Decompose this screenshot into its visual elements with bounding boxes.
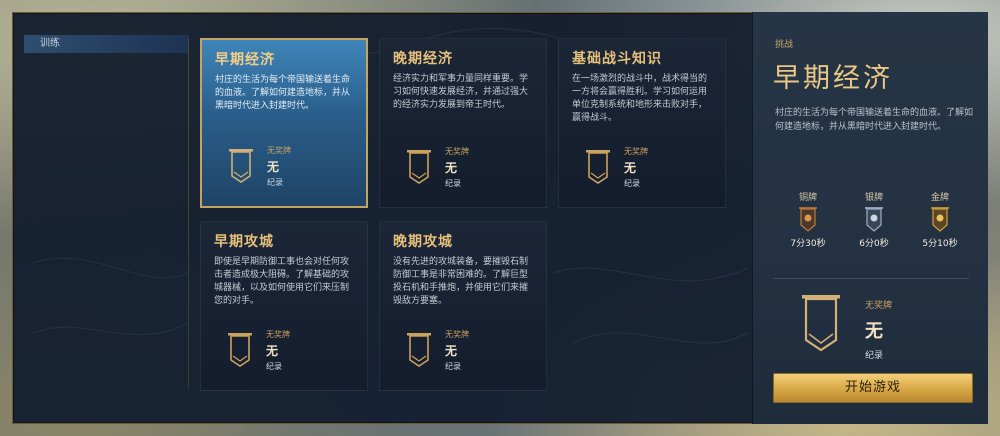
challenge-detail-panel: 挑战 早期经济 村庄的生活为每个帝国输送着生命的血液。了解如何建造地标，并从黑暗… bbox=[752, 12, 988, 424]
record-label: 纪录 bbox=[865, 351, 884, 361]
record-label: 纪录 bbox=[267, 178, 283, 187]
medal-time: 5分10秒 bbox=[922, 239, 958, 249]
banner-icon bbox=[229, 149, 253, 183]
card-basic-combat[interactable]: 基础战斗知识 在一场激烈的战斗中，战术得当的一方将会赢得胜利。学习如何运用单位克… bbox=[558, 38, 726, 208]
start-game-button[interactable]: 开始游戏 bbox=[773, 373, 973, 403]
card-title: 晚期经济 bbox=[393, 51, 453, 67]
card-title: 早期经济 bbox=[215, 52, 275, 68]
card-title: 基础战斗知识 bbox=[572, 51, 662, 67]
gold-medal-tier: 金牌 5分10秒 bbox=[915, 190, 965, 249]
card-late-siege[interactable]: 晚期攻城 没有先进的攻城装备，要摧毁石制防御工事是非常困难的。了解巨型投石机和手… bbox=[379, 221, 547, 391]
record-label: 纪录 bbox=[624, 179, 640, 188]
record-label: 纪录 bbox=[266, 362, 282, 371]
banner-icon bbox=[586, 150, 610, 184]
medal-status: 无奖牌 bbox=[624, 147, 648, 156]
record-label: 纪录 bbox=[445, 179, 461, 188]
card-desc: 即使是早期防御工事也会对任何攻击者造成极大阻碍。了解基础的攻城器械，以及如何使用… bbox=[214, 257, 350, 306]
card-medal-info: 无奖牌 无 纪录 bbox=[267, 145, 291, 188]
record-label: 纪录 bbox=[445, 362, 461, 371]
silver-medal-tier: 银牌 6分0秒 bbox=[849, 190, 899, 249]
banner-icon bbox=[407, 333, 431, 367]
medal-name: 金牌 bbox=[930, 193, 949, 203]
nav-item-training[interactable]: 训练 bbox=[24, 35, 189, 53]
medal-value: 无 bbox=[266, 344, 279, 358]
panel-desc: 村庄的生活为每个帝国输送着生命的血液。了解如何建造地标，并从黑暗时代进入封建时代… bbox=[775, 108, 974, 132]
medal-status: 无奖牌 bbox=[266, 330, 290, 339]
panel-divider bbox=[773, 278, 969, 279]
panel-title: 早期经济 bbox=[773, 63, 893, 94]
card-medal-info: 无奖牌 无 纪录 bbox=[624, 146, 648, 189]
card-title: 晚期攻城 bbox=[393, 234, 453, 250]
medal-value: 无 bbox=[445, 161, 458, 175]
medal-name: 铜牌 bbox=[798, 193, 817, 203]
medal-value: 无 bbox=[865, 321, 883, 342]
card-early-siege[interactable]: 早期攻城 即使是早期防御工事也会对任何攻击者造成极大阻碍。了解基础的攻城器械，以… bbox=[200, 221, 368, 391]
card-title: 早期攻城 bbox=[214, 234, 274, 250]
card-late-economy[interactable]: 晚期经济 经济实力和军事力量同样重要。学习如何快速发展经济，并通过强大的经济实力… bbox=[379, 38, 547, 208]
medal-status: 无奖牌 bbox=[865, 301, 893, 311]
card-desc: 在一场激烈的战斗中，战术得当的一方将会赢得胜利。学习如何运用单位克制系统和地形来… bbox=[572, 74, 708, 123]
panel-medal-info: 无奖牌 无 纪录 bbox=[865, 298, 892, 361]
bronze-medal-tier: 铜牌 7分30秒 bbox=[783, 190, 833, 249]
card-early-economy[interactable]: 早期经济 村庄的生活为每个帝国输送着生命的血液。了解如何建造地标，并从黑暗时代进… bbox=[200, 38, 368, 208]
medal-status: 无奖牌 bbox=[445, 147, 469, 156]
gold-medal-icon bbox=[931, 207, 949, 232]
panel-label: 挑战 bbox=[775, 40, 794, 50]
medal-status: 无奖牌 bbox=[445, 330, 469, 339]
medal-time: 7分30秒 bbox=[790, 239, 826, 249]
card-medal-info: 无奖牌 无 纪录 bbox=[445, 329, 469, 372]
banner-icon bbox=[228, 333, 252, 367]
banner-icon bbox=[802, 295, 840, 352]
medal-status: 无奖牌 bbox=[267, 146, 291, 155]
medal-value: 无 bbox=[624, 161, 637, 175]
silver-medal-icon bbox=[865, 207, 883, 232]
card-desc: 经济实力和军事力量同样重要。学习如何快速发展经济，并通过强大的经济实力发展到帝王… bbox=[393, 74, 529, 110]
medal-name: 银牌 bbox=[864, 193, 883, 203]
medal-value: 无 bbox=[445, 344, 458, 358]
card-desc: 没有先进的攻城装备，要摧毁石制防御工事是非常困难的。了解巨型投石机和手推炮，并使… bbox=[393, 257, 529, 306]
medal-time: 6分0秒 bbox=[859, 239, 889, 249]
banner-icon bbox=[407, 150, 431, 184]
medal-value: 无 bbox=[267, 160, 280, 174]
left-nav: 训练 bbox=[24, 35, 189, 53]
card-medal-info: 无奖牌 无 纪录 bbox=[445, 146, 469, 189]
card-medal-info: 无奖牌 无 纪录 bbox=[266, 329, 290, 372]
card-desc: 村庄的生活为每个帝国输送着生命的血液。了解如何建造地标，并从黑暗时代进入封建时代… bbox=[215, 75, 351, 111]
bronze-medal-icon bbox=[799, 207, 817, 232]
nav-divider bbox=[188, 38, 189, 388]
